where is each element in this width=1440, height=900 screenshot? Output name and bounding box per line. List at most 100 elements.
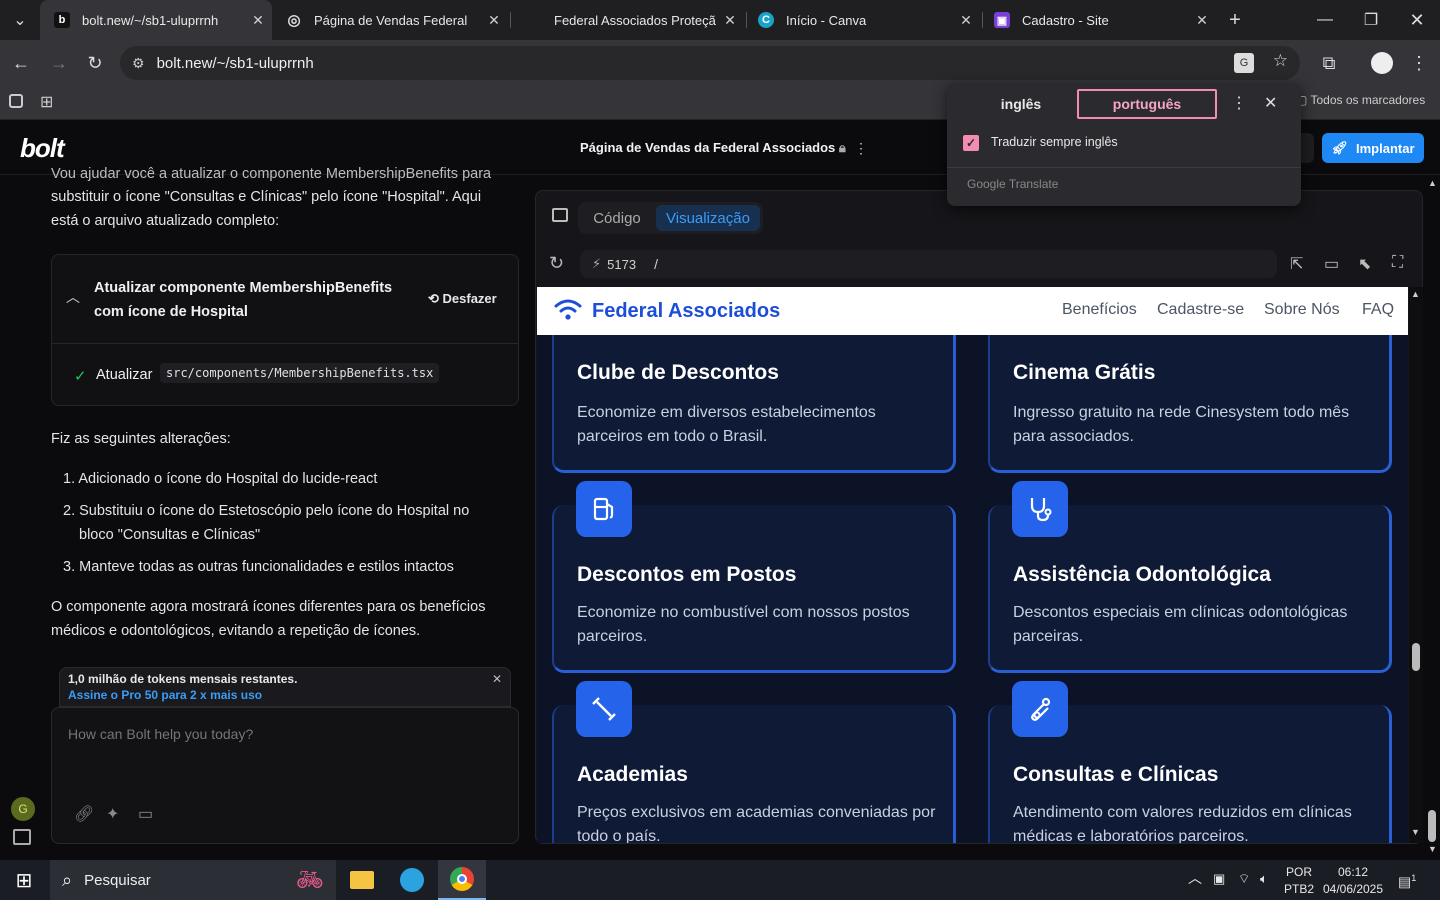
- chrome-icon[interactable]: [438, 860, 486, 900]
- tab-canva[interactable]: C Início - Canva ✕: [744, 0, 980, 40]
- tab-preview[interactable]: Visualização: [656, 205, 760, 231]
- bolt-logo[interactable]: bolt: [20, 133, 65, 164]
- forward-arrow-icon[interactable]: →: [44, 50, 74, 76]
- extensions-icon[interactable]: ⧉: [1314, 50, 1344, 76]
- tab-bolt[interactable]: b bolt.new/~/sb1-uluprrnh ✕: [40, 0, 272, 40]
- panel-toggle-icon[interactable]: [552, 208, 568, 222]
- scrollbar-thumb[interactable]: [1428, 810, 1436, 842]
- new-tab-plus-icon[interactable]: +: [1212, 0, 1258, 40]
- file-path-chip[interactable]: src/components/MembershipBenefits.tsx: [160, 363, 440, 383]
- nav-cadastre[interactable]: Cadastre-se: [1157, 301, 1244, 319]
- tab-code[interactable]: Código: [578, 202, 656, 234]
- site-info-icon[interactable]: ⚙: [132, 55, 145, 72]
- restore-icon[interactable]: ❐: [1348, 0, 1394, 40]
- address-bar[interactable]: ⚙ bolt.new/~/sb1-uluprrnh G ☆: [120, 46, 1300, 80]
- tab-search-chevron-icon[interactable]: ⌄: [0, 0, 40, 40]
- reload-icon[interactable]: ↻: [549, 253, 564, 274]
- fullscreen-icon[interactable]: ⛶: [1392, 254, 1403, 272]
- list-item: 1. Adicionado o ícone do Hospital do luc…: [63, 471, 378, 487]
- enhance-sparkle-icon[interactable]: ✦: [106, 804, 119, 824]
- site-navbar: Federal Associados Benefícios Cadastre-s…: [537, 287, 1408, 335]
- sidebar-toggle-icon[interactable]: [13, 829, 31, 845]
- minimize-icon[interactable]: —: [1302, 0, 1348, 40]
- avatar[interactable]: G: [11, 797, 35, 821]
- tab-federal-protecao[interactable]: Federal Associados Proteção Ve ✕: [512, 0, 744, 40]
- prompt-input[interactable]: [68, 726, 498, 786]
- preview-url-bar[interactable]: ⚡︎ 5173 /: [580, 250, 1277, 278]
- bookmark-star-icon[interactable]: ☆: [1273, 51, 1288, 71]
- history-icon: ⟲: [428, 291, 443, 306]
- profile-avatar-icon[interactable]: [1367, 50, 1397, 76]
- card-desc: Preços exclusivos em academias conveniad…: [577, 804, 936, 843]
- reload-icon[interactable]: ↻: [80, 50, 110, 76]
- url-text: bolt.new/~/sb1-uluprrnh: [156, 54, 314, 72]
- volume-icon[interactable]: 🔈︎: [1260, 870, 1268, 887]
- card-desc: Economize em diversos estabelecimentos pa…: [577, 404, 876, 445]
- path-label: /: [654, 256, 658, 272]
- card-desc: Economize no combustível com nossos post…: [577, 604, 910, 645]
- card-title: Descontos em Postos: [577, 563, 797, 586]
- close-icon[interactable]: ✕: [244, 12, 272, 29]
- site-brand[interactable]: Federal Associados: [592, 300, 780, 323]
- page-scrollbar[interactable]: ▲ ▼: [1424, 176, 1440, 860]
- tab-cadastro[interactable]: ▣ Cadastro - Site ✕: [980, 0, 1216, 40]
- back-arrow-icon[interactable]: ←: [6, 50, 36, 76]
- scrollbar-thumb[interactable]: [1412, 643, 1420, 671]
- canva-favicon-icon: C: [758, 12, 774, 28]
- deploy-button[interactable]: 🚀︎ Implantar: [1322, 133, 1424, 163]
- chevron-up-icon[interactable]: ︿: [66, 287, 80, 307]
- nav-faq[interactable]: FAQ: [1362, 301, 1394, 319]
- close-icon[interactable]: ✕: [1264, 93, 1277, 113]
- upgrade-link[interactable]: Assine o Pro 50 para 2 x mais uso: [68, 688, 262, 702]
- file-explorer-icon[interactable]: [338, 860, 386, 900]
- tab-title: Federal Associados Proteção Ve: [554, 12, 716, 28]
- project-menu-icon[interactable]: ⋮: [854, 140, 868, 157]
- window-close-icon[interactable]: ✕: [1394, 0, 1440, 40]
- search-icon: ⌕: [62, 869, 73, 890]
- meet-icon[interactable]: ▣: [1213, 870, 1225, 887]
- checkbox-checked-icon[interactable]: ✓: [963, 135, 979, 151]
- chat-message-line: substituir o ícone "Consultas e Clínicas…: [51, 189, 482, 205]
- inspect-icon[interactable]: ⬉: [1358, 254, 1371, 274]
- close-icon[interactable]: ✕: [492, 672, 502, 686]
- nav-sobre[interactable]: Sobre Nós: [1264, 301, 1340, 319]
- prompt-box[interactable]: 🔗︎ ✦ ▭: [51, 707, 519, 844]
- lang-target-tab[interactable]: português: [1077, 89, 1217, 119]
- card-desc: Descontos especiais em clínicas odontoló…: [1013, 604, 1348, 645]
- tab-vendas[interactable]: ◎ Página de Vendas Federal ✕: [272, 0, 508, 40]
- stethoscope-icon: [1012, 681, 1068, 737]
- input-language[interactable]: POR PTB2: [1284, 864, 1314, 898]
- chat-message-line: está o arquivo atualizado completo:: [51, 213, 280, 229]
- windows-start-icon[interactable]: ⊞: [0, 860, 48, 900]
- apps-grid-icon[interactable]: ⊞: [40, 92, 53, 112]
- close-icon[interactable]: ✕: [716, 12, 744, 29]
- telegram-icon[interactable]: [388, 860, 436, 900]
- chevron-up-icon[interactable]: ︿: [1188, 870, 1202, 887]
- dumbbell-icon: [576, 681, 632, 737]
- lang-source-tab[interactable]: inglês: [977, 89, 1065, 119]
- preview-scrollbar[interactable]: ▲ ▼: [1409, 287, 1423, 843]
- project-title[interactable]: Página de Vendas da Federal Associados 🔒…: [580, 140, 846, 156]
- bicycle-icon: 🚲︎: [296, 867, 324, 892]
- always-translate-label: Traduzir sempre inglês: [991, 135, 1118, 149]
- notifications-icon[interactable]: ▤1: [1398, 870, 1416, 891]
- close-icon[interactable]: ✕: [480, 12, 508, 29]
- open-external-icon[interactable]: ⇱: [1290, 254, 1303, 274]
- discuss-chat-icon[interactable]: ▭: [138, 804, 153, 824]
- undo-button[interactable]: ⟲ Desfazer: [428, 291, 497, 307]
- tab-group-icon[interactable]: [9, 94, 23, 108]
- translate-options-icon[interactable]: ⋮: [1231, 93, 1247, 113]
- browser-menu-icon[interactable]: ⋮: [1404, 50, 1434, 76]
- nav-beneficios[interactable]: Benefícios: [1062, 301, 1137, 319]
- all-bookmarks-folder[interactable]: ▢ Todos os marcadores: [1296, 93, 1425, 107]
- clock[interactable]: 06:12 04/06/2025: [1320, 864, 1386, 898]
- taskbar-search[interactable]: ⌕ Pesquisar 🚲︎: [50, 860, 336, 900]
- action-card: ︿ Atualizar componente MembershipBenefit…: [51, 254, 519, 406]
- view-switcher: Código Visualização: [578, 202, 763, 234]
- close-icon[interactable]: ✕: [952, 12, 980, 29]
- wifi-icon[interactable]: ⌔: [1238, 870, 1250, 887]
- translate-icon[interactable]: G: [1234, 53, 1254, 73]
- fuel-icon: [576, 481, 632, 537]
- devices-icon[interactable]: ▭: [1324, 254, 1339, 274]
- attach-link-icon[interactable]: 🔗︎: [74, 804, 94, 824]
